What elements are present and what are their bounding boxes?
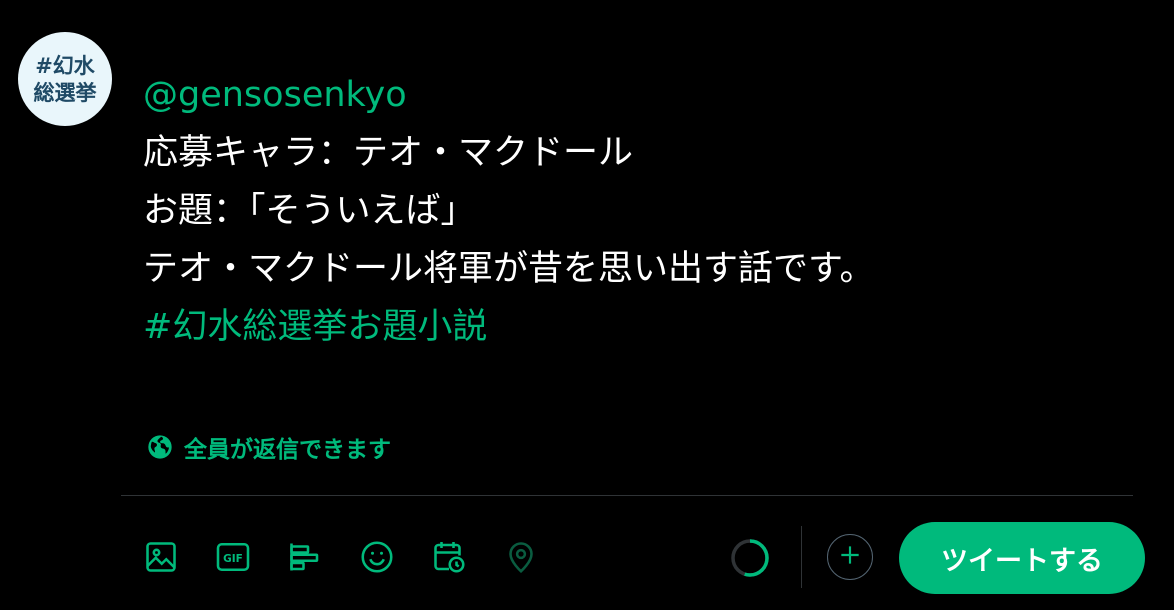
- gif-icon[interactable]: GIF: [214, 538, 252, 576]
- tweet-text-line: 応募キャラ：テオ・マクドール: [143, 133, 634, 173]
- reply-setting-button[interactable]: 全員が返信できます: [146, 430, 391, 464]
- globe-icon: [146, 433, 174, 461]
- tweet-composer: #幻水 総選挙 @gensosenkyo 応募キャラ：テオ・マクドール お題：「…: [0, 0, 1174, 610]
- add-tweet-button[interactable]: [827, 534, 873, 580]
- toolbar-separator: [801, 526, 802, 588]
- mention-link[interactable]: @gensosenkyo: [143, 66, 1133, 124]
- avatar-label: #幻水 総選挙: [33, 53, 97, 105]
- tweet-text-area[interactable]: @gensosenkyo 応募キャラ：テオ・マクドール お題：「そういえば」 テ…: [143, 66, 1133, 356]
- tweet-text-line: お題：「そういえば」: [143, 191, 476, 231]
- location-icon[interactable]: [502, 538, 540, 576]
- plus-icon: [837, 542, 863, 572]
- image-icon[interactable]: [142, 538, 180, 576]
- hashtag-link[interactable]: #幻水総選挙お題小説: [143, 298, 1133, 356]
- tweet-button[interactable]: ツイートする: [899, 522, 1145, 594]
- avatar[interactable]: #幻水 総選挙: [18, 32, 112, 126]
- svg-text:GIF: GIF: [223, 553, 243, 565]
- emoji-icon[interactable]: [358, 538, 396, 576]
- poll-icon[interactable]: [286, 538, 324, 576]
- reply-setting-label: 全員が返信できます: [184, 437, 391, 463]
- schedule-icon[interactable]: [430, 538, 468, 576]
- character-count-progress: [730, 538, 770, 578]
- divider: [121, 495, 1133, 496]
- tweet-text-line: テオ・マクドール将軍が昔を思い出す話です。: [143, 249, 875, 289]
